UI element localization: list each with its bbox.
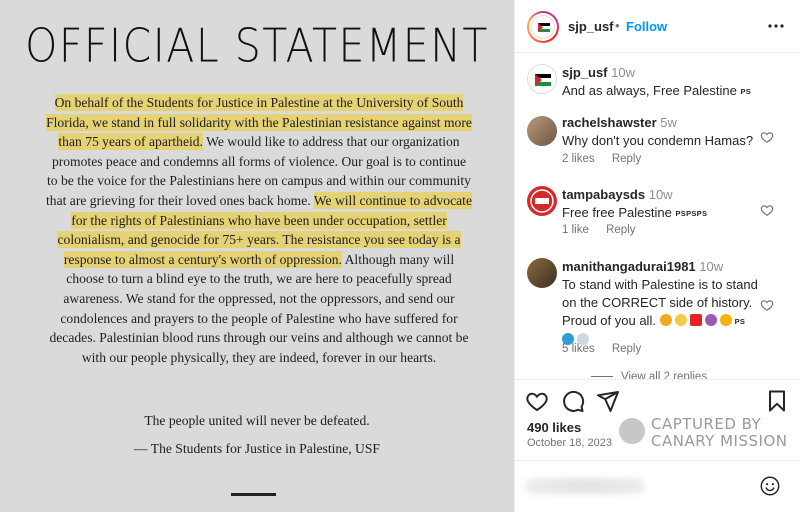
comment-username[interactable]: manithangadurai1981	[562, 259, 696, 274]
comment-time: 10w	[648, 187, 673, 202]
sjp-logo-icon	[535, 74, 551, 86]
post-panel: sjp_usf • Follow sjp_usf 10w And as alwa…	[514, 0, 800, 512]
sjp-logo-icon	[531, 15, 555, 39]
emoji-icon[interactable]	[759, 475, 781, 497]
header-separator: •	[615, 18, 620, 33]
heart-icon[interactable]	[760, 298, 774, 312]
comment-time: 5w	[660, 115, 677, 130]
flexed-biceps-icon	[719, 314, 732, 326]
follow-button[interactable]: Follow	[626, 19, 667, 34]
statement-signature: — The Students for Justice in Palestine,…	[134, 441, 380, 456]
post-header: sjp_usf • Follow	[515, 0, 800, 53]
prayer-hands-icon	[704, 314, 717, 326]
comment-time: 10w	[611, 65, 635, 80]
watermark: CAPTURED BY CANARY MISSION	[619, 413, 799, 450]
avatar[interactable]	[527, 116, 557, 146]
sad-face-icon	[659, 314, 672, 326]
avatar[interactable]	[527, 258, 557, 288]
comment-username[interactable]: tampabaysds	[562, 187, 645, 202]
reply-button[interactable]: Reply	[612, 153, 641, 165]
comment-likes[interactable]: 5 likes	[562, 343, 595, 355]
add-comment-bar	[515, 460, 800, 512]
statement-body: On behalf of the Students for Justice in…	[46, 93, 472, 367]
header-username[interactable]: sjp_usf	[568, 19, 614, 34]
share-icon[interactable]	[596, 389, 620, 413]
heart-icon[interactable]	[525, 389, 549, 413]
comment-likes[interactable]: 2 likes	[562, 153, 595, 165]
sds-logo-icon	[530, 189, 554, 213]
comment-time: 10w	[699, 259, 724, 274]
heart-icon[interactable]	[760, 203, 774, 217]
more-icon[interactable]	[766, 16, 786, 36]
divider	[231, 493, 276, 496]
likes-count[interactable]: 490 likes	[527, 420, 581, 435]
comment-username[interactable]: sjp_usf	[562, 65, 608, 80]
comment-text: Free free Palestine	[562, 205, 672, 220]
comment-input[interactable]	[525, 478, 645, 494]
reply-button[interactable]: Reply	[606, 224, 635, 236]
comment-icon[interactable]	[561, 389, 585, 413]
header-avatar[interactable]	[527, 11, 559, 43]
avatar[interactable]	[527, 64, 557, 94]
reply-button[interactable]: Reply	[612, 343, 641, 355]
comment-likes[interactable]: 1 like	[562, 224, 589, 236]
post-date: October 18, 2023	[527, 437, 613, 449]
red-heart-icon	[689, 314, 702, 326]
statement-segment-4: Although many will choose to turn a blin…	[49, 251, 469, 365]
statement-title: OFFICIAL STATEMENT	[25, 19, 489, 73]
bookmark-icon[interactable]	[765, 389, 789, 413]
comment-suffix: PS	[740, 87, 752, 96]
comment-text: And as always, Free Palestine	[562, 83, 737, 98]
canary-logo-icon	[619, 418, 645, 444]
statement-closing: The people united will never be defeated…	[144, 413, 370, 428]
avatar[interactable]	[527, 186, 557, 216]
comment-suffix: PS	[734, 317, 746, 326]
watermark-line-2: CANARY MISSION	[651, 432, 788, 450]
post-image: OFFICIAL STATEMENT On behalf of the Stud…	[0, 0, 514, 512]
pleading-face-icon	[674, 314, 687, 326]
watermark-line-1: CAPTURED BY	[651, 415, 762, 433]
comments-list[interactable]: sjp_usf 10w And as always, Free Palestin…	[515, 54, 800, 379]
heart-icon[interactable]	[760, 130, 774, 144]
comment-suffix: PSPSPS	[675, 209, 708, 218]
view-replies-link[interactable]: View all 2 replies	[591, 371, 707, 379]
comment-username[interactable]: rachelshawster	[562, 115, 657, 130]
comment-text: Why don't you condemn Hamas?	[562, 133, 754, 148]
